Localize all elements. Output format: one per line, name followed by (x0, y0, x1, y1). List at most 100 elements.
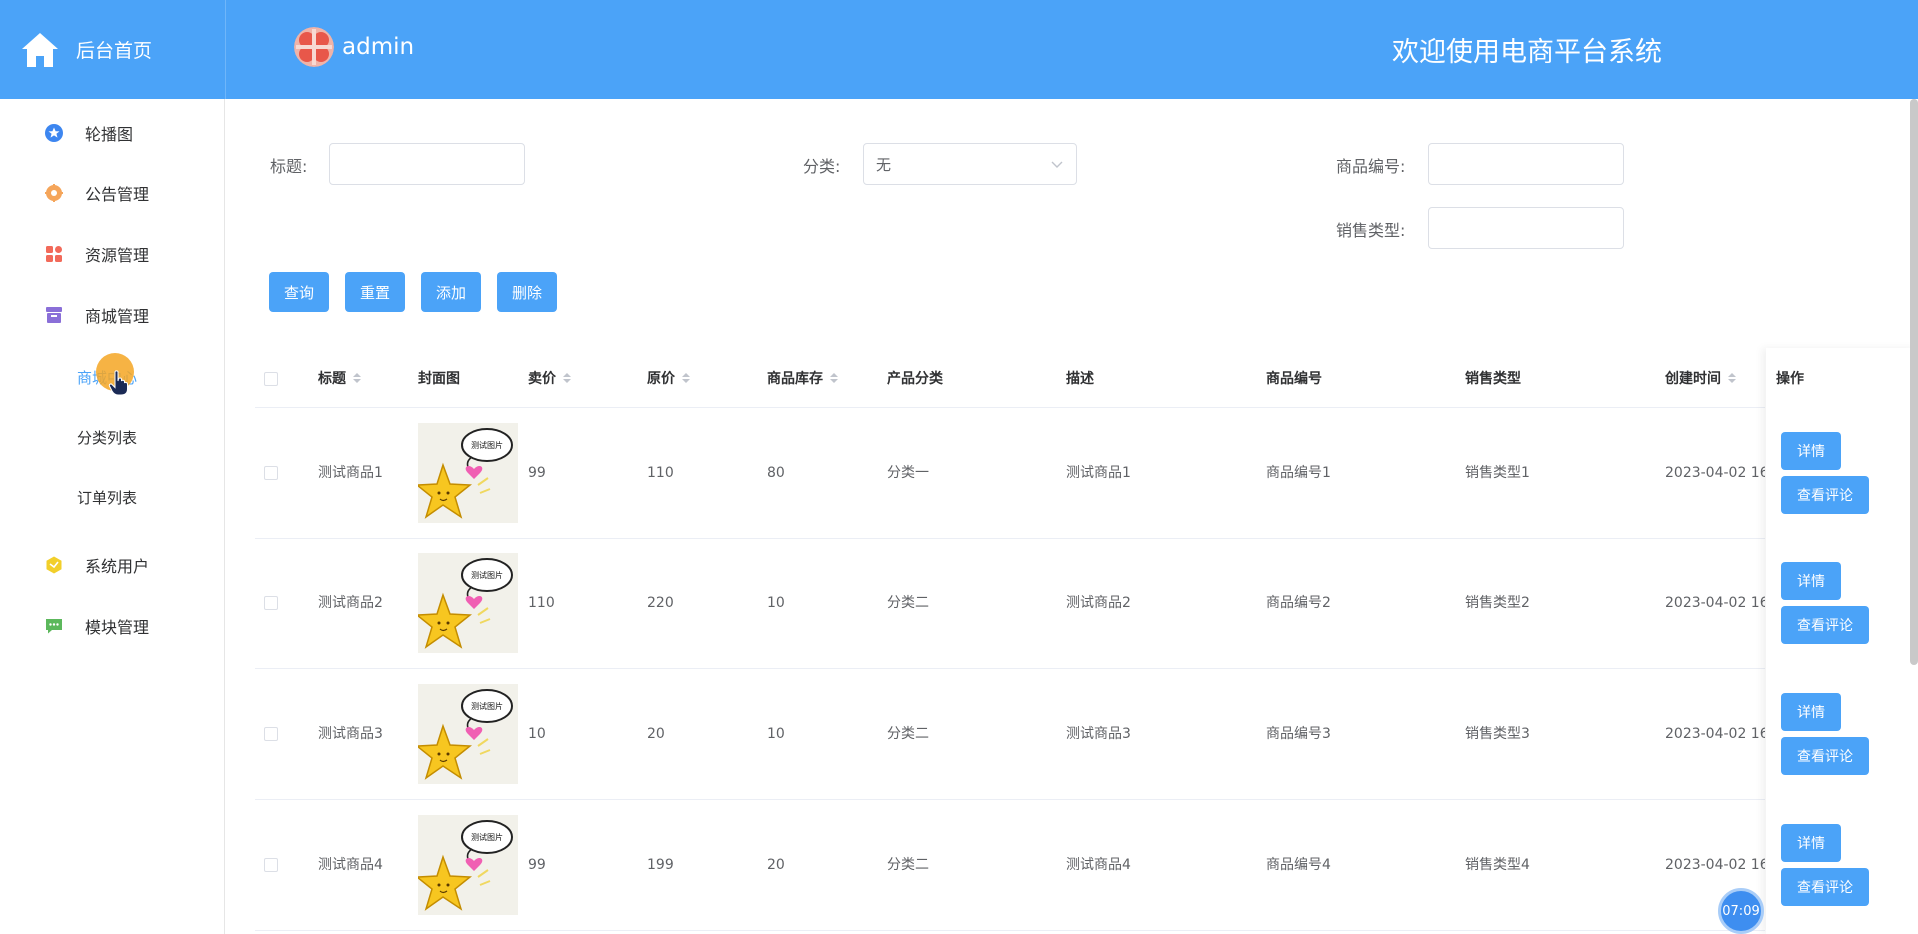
hand-cursor-icon (108, 370, 128, 396)
view-comments-button[interactable]: 查看评论 (1781, 606, 1869, 644)
select-all-checkbox[interactable] (264, 372, 278, 386)
cell-stock: 10 (767, 726, 785, 742)
column-header-label: 原价 (647, 371, 675, 387)
row-checkbox[interactable] (264, 727, 278, 741)
user-name: admin (342, 34, 415, 60)
cell-price: 10 (528, 726, 546, 742)
user-menu[interactable]: admin (294, 26, 414, 68)
view-comments-button[interactable]: 查看评论 (1781, 737, 1869, 775)
sidebar-item-label: 系统用户 (85, 557, 150, 576)
cell-description: 测试商品4 (1066, 857, 1131, 873)
page-scrollbar[interactable] (1910, 99, 1918, 665)
column-header-cover: 封面图 (418, 371, 460, 387)
detail-button[interactable]: 详情 (1781, 432, 1841, 470)
row-checkbox[interactable] (264, 596, 278, 610)
row-checkbox[interactable] (264, 466, 278, 480)
sidebar-item-announcements[interactable]: 公告管理 (0, 173, 225, 213)
cell-created: 2023-04-02 16: (1665, 465, 1765, 481)
thumb-caption: 测试图片 (471, 570, 503, 580)
star-badge-icon (44, 123, 64, 143)
cell-title: 测试商品4 (318, 857, 383, 873)
cover-image[interactable]: 测试图片 (418, 684, 518, 784)
product-code-input[interactable] (1428, 143, 1624, 185)
column-header-sale-type: 销售类型 (1465, 371, 1521, 387)
column-header-stock[interactable]: 商品库存 (767, 368, 839, 388)
cell-code: 商品编号3 (1266, 726, 1331, 742)
cell-original-price: 110 (647, 465, 674, 481)
add-button[interactable]: 添加 (421, 272, 481, 312)
sort-icon (682, 373, 690, 383)
sort-icon (563, 373, 571, 383)
query-button[interactable]: 查询 (269, 272, 329, 312)
cell-sale-type: 销售类型2 (1465, 595, 1530, 611)
cover-image[interactable]: 测试图片 (418, 815, 518, 915)
avatar (294, 27, 334, 67)
sidebar-item-label: 公告管理 (85, 185, 150, 204)
column-header-title[interactable]: 标题 (318, 368, 362, 388)
cell-code: 商品编号4 (1266, 857, 1331, 873)
home-icon (22, 32, 58, 67)
header-divider (225, 0, 226, 99)
sidebar-subitem-category-list[interactable]: 分类列表 (0, 417, 225, 457)
cell-title: 测试商品1 (318, 465, 383, 481)
cell-stock: 20 (767, 857, 785, 873)
table-divider (255, 799, 1765, 800)
sidebar-subitem-order-list[interactable]: 订单列表 (0, 477, 225, 517)
cell-description: 测试商品1 (1066, 465, 1131, 481)
column-header-price[interactable]: 卖价 (528, 368, 572, 388)
detail-button[interactable]: 详情 (1781, 693, 1841, 731)
column-header-label: 标题 (318, 371, 346, 387)
chat-icon (44, 616, 64, 636)
cell-title: 测试商品3 (318, 726, 383, 742)
title-filter-label: 标题: (270, 157, 308, 176)
detail-button[interactable]: 详情 (1781, 562, 1841, 600)
cell-price: 99 (528, 465, 546, 481)
chevron-down-icon (1051, 161, 1063, 168)
sidebar-item-modules[interactable]: 模块管理 (0, 606, 225, 646)
column-header-created[interactable]: 创建时间 (1665, 368, 1737, 388)
home-label: 后台首页 (76, 40, 153, 62)
detail-button[interactable]: 详情 (1781, 824, 1841, 862)
cell-category: 分类二 (887, 595, 929, 611)
reset-button[interactable]: 重置 (345, 272, 405, 312)
view-comments-button[interactable]: 查看评论 (1781, 868, 1869, 906)
category-select-value: 无 (876, 155, 892, 174)
row-checkbox[interactable] (264, 858, 278, 872)
sidebar-item-mall[interactable]: 商城管理 (0, 295, 225, 335)
cell-original-price: 20 (647, 726, 665, 742)
home-link[interactable]: 后台首页 (0, 0, 225, 99)
sidebar-item-system-users[interactable]: 系统用户 (0, 545, 225, 585)
cover-image[interactable]: 测试图片 (418, 423, 518, 523)
cell-created: 2023-04-02 16: (1665, 726, 1765, 742)
title-search-input[interactable] (329, 143, 525, 185)
cell-category: 分类二 (887, 726, 929, 742)
category-select[interactable]: 无 (863, 143, 1077, 185)
column-header-original-price[interactable]: 原价 (647, 368, 691, 388)
column-header-label: 卖价 (528, 371, 556, 387)
sidebar-item-resources[interactable]: 资源管理 (0, 234, 225, 274)
delete-button[interactable]: 删除 (497, 272, 557, 312)
table-divider (255, 668, 1765, 669)
thumb-caption: 测试图片 (471, 701, 503, 711)
column-header-label: 创建时间 (1665, 371, 1721, 387)
cell-description: 测试商品2 (1066, 595, 1131, 611)
sidebar-item-label: 模块管理 (85, 618, 150, 637)
sale-type-input[interactable] (1428, 207, 1624, 249)
cell-sale-type: 销售类型3 (1465, 726, 1530, 742)
cover-image[interactable]: 测试图片 (418, 553, 518, 653)
cell-created: 2023-04-02 16: (1665, 857, 1765, 873)
view-comments-button[interactable]: 查看评论 (1781, 476, 1869, 514)
cell-price: 99 (528, 857, 546, 873)
sidebar: 轮播图 公告管理 资源管理 商城管理 商城中心 分类列表 订单列表 系统用户 (0, 99, 225, 934)
cell-stock: 80 (767, 465, 785, 481)
sidebar-subitem-label: 分类列表 (77, 428, 138, 447)
grid-icon (44, 244, 64, 264)
sidebar-item-carousel[interactable]: 轮播图 (0, 113, 225, 153)
archive-box-icon (44, 305, 64, 325)
sort-icon (353, 373, 361, 383)
cell-created: 2023-04-02 16: (1665, 595, 1765, 611)
thumb-caption: 测试图片 (471, 440, 503, 450)
top-header: 后台首页 admin 欢迎使用电商平台系统 (0, 0, 1918, 99)
gear-badge-icon (44, 183, 64, 203)
category-filter-label: 分类: (803, 157, 841, 176)
